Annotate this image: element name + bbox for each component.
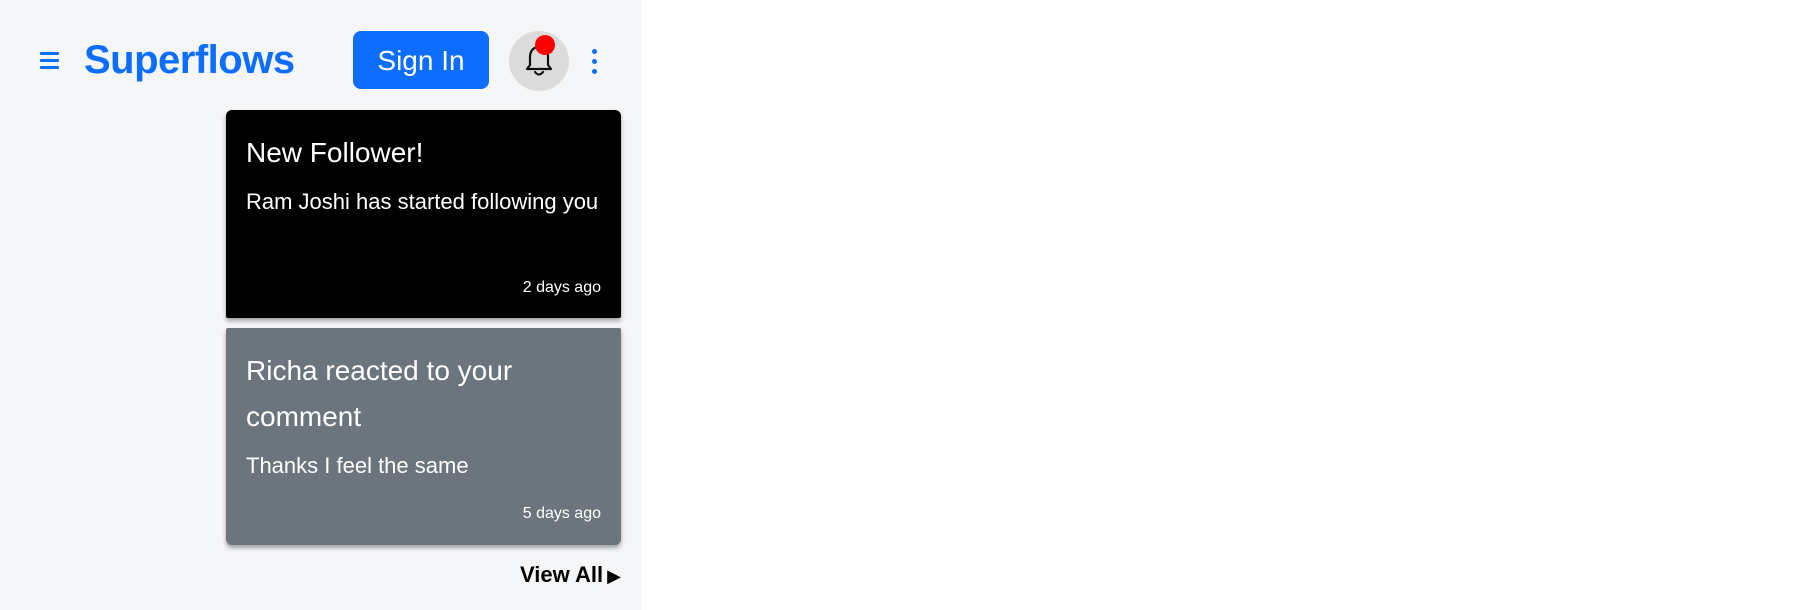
notification-time: 5 days ago [522,505,601,522]
notification-title: Richa reacted to your comment [246,355,513,432]
play-arrow-icon: ▶ [607,566,621,586]
notification-title: New Follower! [246,137,424,168]
notification-message: Ram Joshi has started following you [246,189,599,214]
app-container: Superflows Sign In New Follower! Ram Jos… [0,0,642,610]
header: Superflows Sign In [0,0,642,110]
notification-message: Thanks I feel the same [246,453,469,478]
sign-in-button[interactable]: Sign In [353,31,489,89]
notifications-button[interactable] [509,31,569,91]
brand-logo[interactable]: Superflows [84,36,295,84]
view-all-link[interactable]: View All ▶ [520,560,621,591]
view-all-label: View All [520,562,604,587]
notification-time: 2 days ago [522,279,601,296]
notification-card[interactable]: New Follower! Ram Joshi has started foll… [226,110,621,318]
notification-card[interactable]: Richa reacted to your comment Thanks I f… [226,328,621,545]
notification-badge [535,35,555,55]
notifications-dropdown: New Follower! Ram Joshi has started foll… [226,108,621,610]
hamburger-icon[interactable] [38,50,62,72]
kebab-menu-icon[interactable] [586,46,604,76]
